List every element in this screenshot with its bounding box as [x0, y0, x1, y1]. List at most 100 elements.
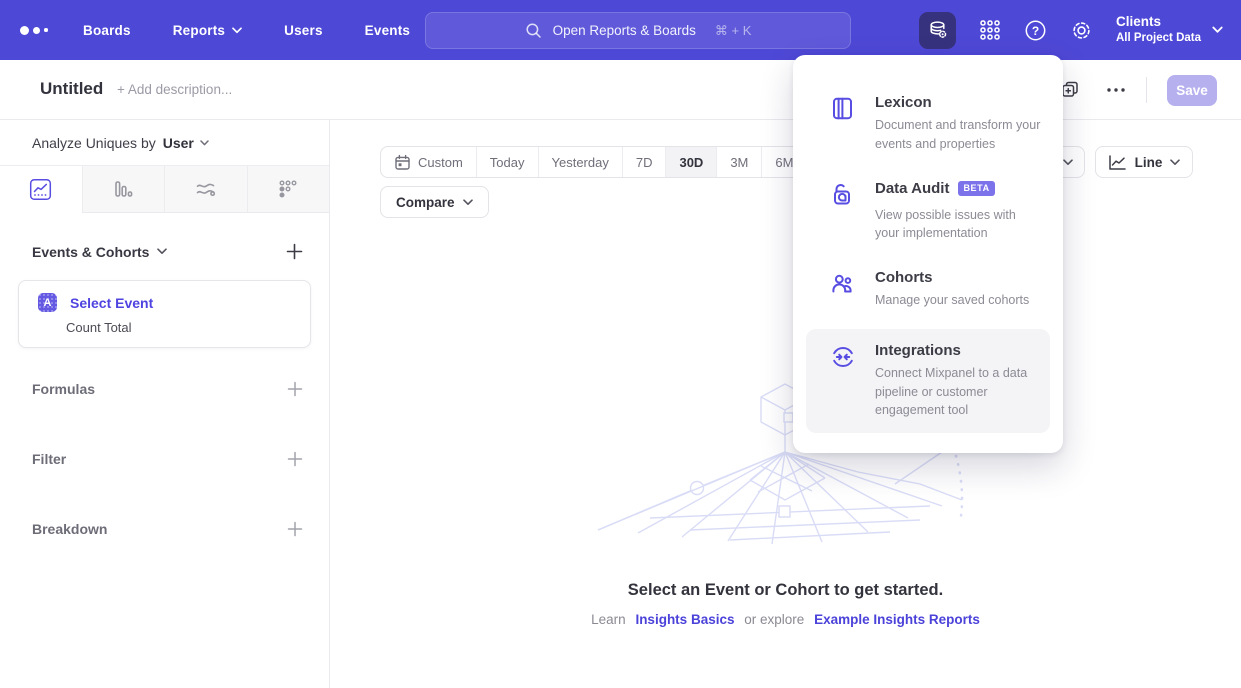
logo-dot [33, 27, 40, 34]
lexicon-book-icon [830, 94, 856, 154]
compare-dropdown[interactable]: Compare [380, 186, 489, 218]
chevron-down-icon [157, 248, 167, 255]
query-sidebar: Analyze Uniques by User [0, 120, 330, 688]
add-filter-button[interactable] [287, 451, 303, 467]
chevron-down-icon [1063, 159, 1073, 166]
report-title[interactable]: Untitled [40, 79, 103, 99]
project-selector[interactable]: Clients All Project Data [1116, 14, 1223, 45]
search-shortcut: ⌘ + K [715, 23, 752, 39]
data-management-button[interactable] [919, 12, 956, 49]
report-canvas: Custom Today Yesterday 7D 30D 3M 6M Comp… [330, 120, 1241, 688]
nav-item-users[interactable]: Users [284, 23, 323, 38]
filter-label: Filter [32, 451, 66, 467]
formulas-label: Formulas [32, 381, 95, 397]
range-label: 7D [636, 155, 653, 170]
events-cohorts-dropdown[interactable]: Events & Cohorts [32, 244, 167, 260]
tab-flow-chart[interactable] [164, 166, 247, 213]
range-3m[interactable]: 3M [716, 147, 761, 177]
range-label: Yesterday [552, 155, 609, 170]
menu-item-title-text: Data Audit [875, 180, 949, 197]
chevron-down-icon [463, 199, 473, 206]
help-button[interactable]: ? [1024, 19, 1047, 42]
menu-item-integrations[interactable]: Integrations Connect Mixpanel to a data … [806, 329, 1050, 433]
plus-icon [287, 521, 303, 537]
add-formula-button[interactable] [287, 381, 303, 397]
flow-chart-tab-icon [194, 178, 217, 201]
range-today[interactable]: Today [476, 147, 538, 177]
nav-item-label: Boards [83, 23, 131, 38]
global-search-button[interactable]: Open Reports & Boards ⌘ + K [425, 12, 851, 49]
add-breakdown-button[interactable] [287, 521, 303, 537]
chart-type-dropdown[interactable]: Line [1095, 146, 1193, 178]
empty-state-links: Learn Insights Basics or explore Example… [330, 612, 1241, 627]
compare-label: Compare [396, 195, 455, 210]
org-name: Clients [1116, 14, 1201, 31]
select-event-card[interactable]: A Select Event Count Total [18, 280, 311, 348]
chart-type-tabs [0, 166, 329, 213]
tab-line-chart[interactable] [0, 166, 82, 213]
apps-grid-button[interactable] [979, 19, 1001, 41]
tab-bar-chart[interactable] [82, 166, 165, 213]
report-description-placeholder[interactable]: + Add description... [117, 82, 232, 97]
calendar-icon [394, 154, 411, 171]
menu-item-lexicon[interactable]: Lexicon Document and transform your even… [793, 81, 1063, 167]
select-event-label[interactable]: Select Event [70, 295, 153, 311]
plus-icon [287, 451, 303, 467]
plus-icon [287, 381, 303, 397]
save-button[interactable]: Save [1167, 75, 1217, 106]
events-cohorts-label: Events & Cohorts [32, 244, 149, 260]
search-placeholder: Open Reports & Boards [553, 23, 696, 38]
range-7d[interactable]: 7D [622, 147, 666, 177]
chevron-down-icon [1170, 159, 1180, 166]
menu-item-description: Manage your saved cohorts [875, 291, 1029, 310]
events-cohorts-header: Events & Cohorts [0, 243, 329, 260]
apps-grid-icon [979, 19, 1001, 41]
more-ellipsis-icon [1106, 87, 1126, 93]
menu-item-cohorts[interactable]: Cohorts Manage your saved cohorts [793, 256, 1063, 323]
menu-item-data-audit[interactable]: Data Audit BETA View possible issues wit… [793, 167, 1063, 257]
mixpanel-app: Boards Reports Users Events Open Reports… [0, 0, 1241, 688]
nav-menu: Boards Reports Users Events [83, 0, 410, 60]
more-options-button[interactable] [1106, 87, 1126, 93]
event-metric-dropdown[interactable]: Count Total [66, 320, 296, 335]
menu-item-title: Cohorts [875, 269, 1029, 286]
settings-button[interactable] [1070, 19, 1093, 42]
learn-prefix: Learn [591, 612, 626, 627]
menu-item-description: Connect Mixpanel to a data pipeline or c… [875, 364, 1030, 420]
breakdown-label: Breakdown [32, 521, 107, 537]
help-icon: ? [1024, 19, 1047, 42]
top-nav: Boards Reports Users Events Open Reports… [0, 0, 1241, 60]
analyze-value: User [163, 135, 194, 151]
menu-item-description: Document and transform your events and p… [875, 116, 1043, 154]
duplicate-report-button[interactable] [1060, 80, 1080, 100]
menu-item-title: Lexicon [875, 94, 1043, 111]
tab-retention-grid[interactable] [247, 166, 330, 213]
add-event-button[interactable] [286, 243, 303, 260]
event-series-badge: A [38, 293, 57, 312]
insights-basics-link[interactable]: Insights Basics [635, 612, 734, 627]
integrations-sync-icon [830, 342, 856, 420]
chart-type-label: Line [1135, 155, 1163, 170]
example-insights-reports-link[interactable]: Example Insights Reports [814, 612, 980, 627]
report-actions: Save [1060, 60, 1217, 120]
formulas-row: Formulas [32, 378, 303, 400]
nav-item-events[interactable]: Events [365, 23, 410, 38]
nav-item-label: Reports [173, 23, 225, 38]
analyze-label: Analyze Uniques by [32, 135, 156, 151]
chevron-down-icon [200, 140, 209, 146]
settings-gear-icon [1070, 19, 1093, 42]
chevron-down-icon [232, 27, 242, 34]
database-gear-icon [927, 19, 949, 41]
menu-item-description: View possible issues with your implement… [875, 206, 1043, 244]
nav-item-boards[interactable]: Boards [83, 23, 131, 38]
nav-item-reports[interactable]: Reports [173, 23, 242, 38]
analyze-value-dropdown[interactable]: User [163, 135, 209, 151]
data-audit-lock-icon [830, 180, 856, 244]
chevron-down-icon [1212, 26, 1223, 34]
nav-item-label: Users [284, 23, 323, 38]
mixpanel-logo[interactable] [20, 0, 48, 60]
range-custom[interactable]: Custom [381, 147, 476, 177]
range-yesterday[interactable]: Yesterday [538, 147, 622, 177]
range-30d[interactable]: 30D [665, 147, 716, 177]
or-explore-text: or explore [744, 612, 804, 627]
